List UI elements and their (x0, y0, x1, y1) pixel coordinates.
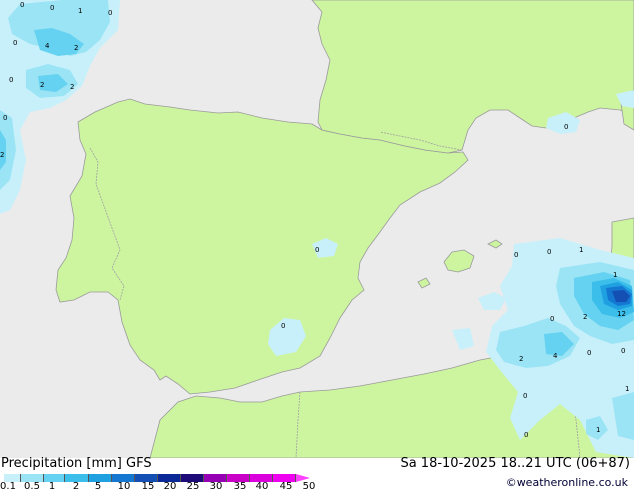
value-label: 2 (40, 81, 44, 89)
value-label: 0 (564, 123, 568, 131)
color-scale-tick-label: 35 (233, 481, 247, 492)
credit-link[interactable]: ©weatheronline.co.uk (506, 476, 628, 489)
value-label: 0 (3, 114, 7, 122)
color-scale-tick-label: 1 (48, 481, 56, 492)
value-label: 1 (596, 426, 600, 434)
legend-title: Precipitation [mm] GFS (1, 456, 152, 471)
legend-title-text: Precipitation [mm] (1, 456, 122, 471)
color-scale-tick-label: 5 (94, 481, 102, 492)
value-label: 0 (523, 392, 527, 400)
color-scale-tick-label: 25 (186, 481, 200, 492)
valid-time: Sa 18-10-2025 18..21 UTC (06+87) (400, 456, 630, 471)
value-label: 1 (78, 7, 82, 15)
value-label: 0 (547, 248, 551, 256)
value-label: 4 (45, 42, 50, 50)
color-scale-tick-label: 30 (209, 481, 223, 492)
value-label: 0 (20, 1, 24, 9)
precipitation-map: 0 0 1 0 0 4 2 0 2 2 0 2 0 0 0 0 1 1 12 0… (0, 0, 634, 458)
value-label: 12 (617, 310, 626, 318)
color-scale-tick-label: 15 (141, 481, 155, 492)
value-label: 1 (613, 271, 617, 279)
color-scale-tick-label: 20 (163, 481, 177, 492)
color-scale-tick-label: 0.5 (24, 481, 40, 492)
value-label: 0 (514, 251, 518, 259)
value-label: 2 (583, 313, 587, 321)
color-scale-tick-label: 40 (255, 481, 269, 492)
value-label: 0 (108, 9, 112, 17)
value-label: 1 (579, 246, 583, 254)
value-label: 2 (74, 44, 78, 52)
value-label: 1 (625, 385, 629, 393)
color-scale-tick-label: 10 (117, 481, 131, 492)
model-name: GFS (126, 456, 152, 471)
color-scale-tick-label: 50 (302, 481, 316, 492)
color-scale-tick-label: 0.1 (0, 481, 16, 492)
value-label: 0 (550, 315, 554, 323)
color-scale-tick-label: 45 (279, 481, 293, 492)
color-scale-tick-label: 2 (72, 481, 80, 492)
value-label: 0 (50, 4, 54, 12)
value-label: 2 (70, 83, 74, 91)
value-label: 2 (0, 151, 4, 159)
value-label: 0 (621, 347, 625, 355)
value-label: 0 (13, 39, 17, 47)
value-label: 0 (9, 76, 13, 84)
value-label: 0 (587, 349, 591, 357)
value-label: 4 (553, 352, 558, 360)
value-label: 0 (524, 431, 528, 439)
value-label: 0 (281, 322, 285, 330)
value-label: 2 (519, 355, 523, 363)
value-label: 0 (315, 246, 319, 254)
